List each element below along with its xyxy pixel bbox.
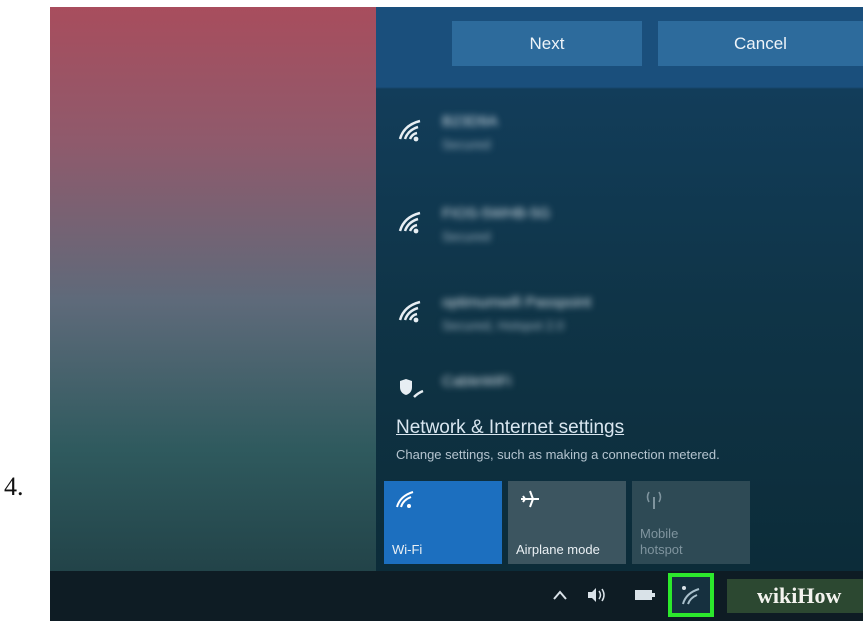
wifi-tile-label: Wi-Fi [392, 542, 423, 557]
airplane-icon [521, 490, 539, 508]
network-tray-button[interactable] [668, 573, 714, 617]
network-status: Secured, Hotspot 2.0 [442, 318, 565, 333]
wifi-shield-icon [400, 379, 424, 398]
wikihow-watermark: wikiHow [727, 579, 863, 613]
network-flyout: Next Cancel B23D9A Secured FIOS-5WHB-5G … [376, 7, 863, 571]
wifi-icon [398, 119, 421, 142]
network-status: Secured [442, 137, 491, 152]
airplane-tile-label: Airplane mode [516, 542, 600, 557]
chevron-up-icon[interactable] [548, 583, 572, 607]
hotspot-tile-label: Mobile hotspot [640, 526, 683, 557]
wifi-icon [398, 211, 421, 234]
taskbar: wikiHow [50, 571, 863, 621]
screenshot: Next Cancel B23D9A Secured FIOS-5WHB-5G … [50, 7, 863, 621]
next-button[interactable]: Next [452, 21, 642, 66]
network-settings-link[interactable]: Network & Internet settings [396, 417, 624, 439]
network-status: Secured [442, 229, 491, 244]
network-item[interactable]: B23D9A Secured [396, 111, 836, 171]
network-name: CableWiFi [442, 373, 512, 390]
battery-icon[interactable] [633, 583, 657, 607]
wifi-icon [398, 300, 421, 323]
step-number: 4. [4, 472, 24, 501]
network-settings-description: Change settings, such as making a connec… [396, 447, 720, 462]
network-item[interactable]: optimumwifi Passpoint Secured, Hotspot 2… [396, 292, 836, 352]
volume-icon[interactable] [585, 583, 609, 607]
network-name: optimumwifi Passpoint [442, 294, 592, 311]
wifi-toggle-tile[interactable]: Wi-Fi [384, 481, 502, 564]
wifi-icon [396, 491, 414, 508]
network-name: B23D9A [442, 113, 498, 130]
network-item[interactable]: FIOS-5WHB-5G Secured [396, 203, 836, 263]
cancel-button[interactable]: Cancel [658, 21, 863, 66]
airplane-mode-tile[interactable]: Airplane mode [508, 481, 626, 564]
network-name: FIOS-5WHB-5G [442, 205, 551, 222]
network-icon [682, 586, 700, 605]
hotspot-icon [646, 491, 662, 509]
mobile-hotspot-tile[interactable]: Mobile hotspot [632, 481, 750, 564]
